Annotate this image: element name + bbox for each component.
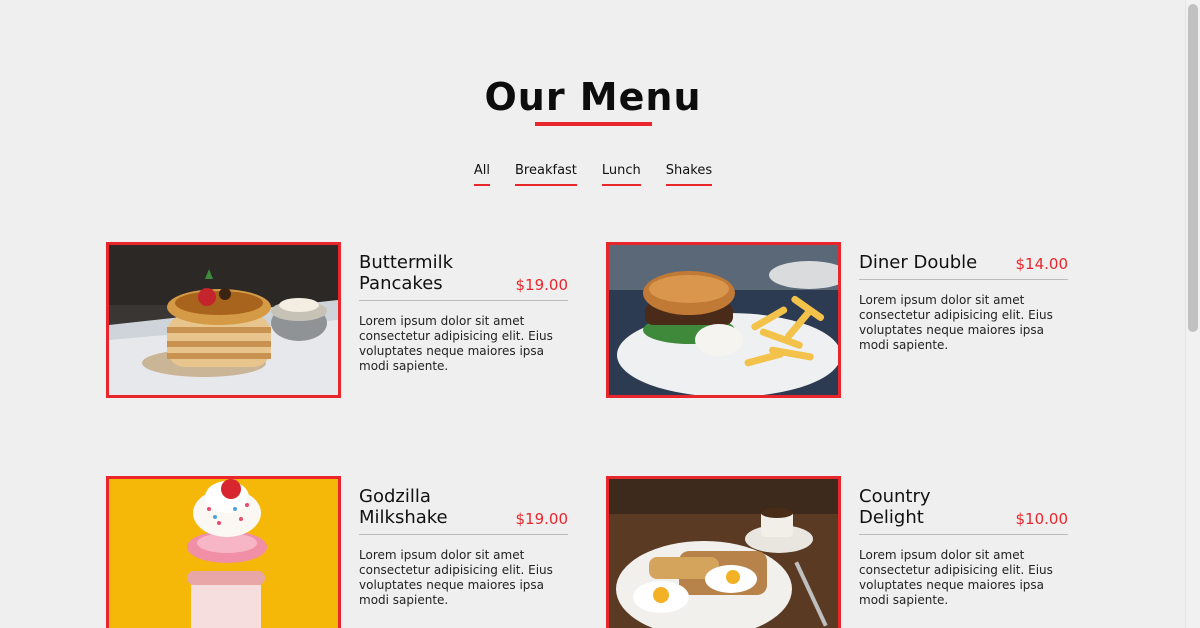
item-name: Country Delight (859, 486, 931, 528)
menu-item: Godzilla Milkshake $19.00 Lorem ipsum do… (106, 476, 576, 628)
breakfast-plate-photo (606, 476, 841, 628)
item-name: Godzilla Milkshake (359, 486, 448, 528)
item-header: Country Delight $10.00 (859, 486, 1068, 535)
item-description: Lorem ipsum dolor sit amet consectetur a… (859, 548, 1053, 607)
filter-lunch-button[interactable]: Lunch (601, 163, 641, 186)
item-name: Buttermilk Pancakes (359, 252, 453, 294)
item-info: Buttermilk Pancakes $19.00 Lorem ipsum d… (359, 252, 568, 374)
burger-photo (606, 242, 841, 398)
item-info: Godzilla Milkshake $19.00 Lorem ipsum do… (359, 486, 568, 608)
title-section: Our Menu (0, 74, 1186, 126)
item-price: $19.00 (515, 510, 569, 528)
milkshake-photo (106, 476, 341, 628)
item-description: Lorem ipsum dolor sit amet consectetur a… (359, 548, 553, 607)
item-price: $19.00 (515, 276, 569, 294)
page-title: Our Menu (484, 75, 702, 119)
item-info: Diner Double $14.00 Lorem ipsum dolor si… (859, 252, 1068, 353)
filter-shakes-button[interactable]: Shakes (665, 163, 713, 186)
scrollbar-thumb[interactable] (1188, 4, 1198, 332)
item-price: $10.00 (1015, 510, 1069, 528)
pancakes-photo (106, 242, 341, 398)
item-header: Diner Double $14.00 (859, 252, 1068, 280)
menu-item: Buttermilk Pancakes $19.00 Lorem ipsum d… (106, 242, 576, 402)
item-price: $14.00 (1015, 255, 1069, 273)
menu-item: Country Delight $10.00 Lorem ipsum dolor… (606, 476, 1076, 628)
category-filters: All Breakfast Lunch Shakes (0, 163, 1186, 186)
filter-breakfast-button[interactable]: Breakfast (515, 163, 577, 186)
item-header: Godzilla Milkshake $19.00 (359, 486, 568, 535)
item-info: Country Delight $10.00 Lorem ipsum dolor… (859, 486, 1068, 608)
item-description: Lorem ipsum dolor sit amet consectetur a… (359, 314, 553, 373)
vertical-scrollbar[interactable] (1185, 0, 1200, 628)
item-name: Diner Double (859, 252, 978, 273)
filter-all-button[interactable]: All (473, 163, 491, 186)
title-underline (534, 122, 652, 126)
menu-page: Our Menu All Breakfast Lunch Shakes Butt… (0, 0, 1200, 628)
item-header: Buttermilk Pancakes $19.00 (359, 252, 568, 301)
menu-item: Diner Double $14.00 Lorem ipsum dolor si… (606, 242, 1076, 402)
item-description: Lorem ipsum dolor sit amet consectetur a… (859, 293, 1053, 352)
